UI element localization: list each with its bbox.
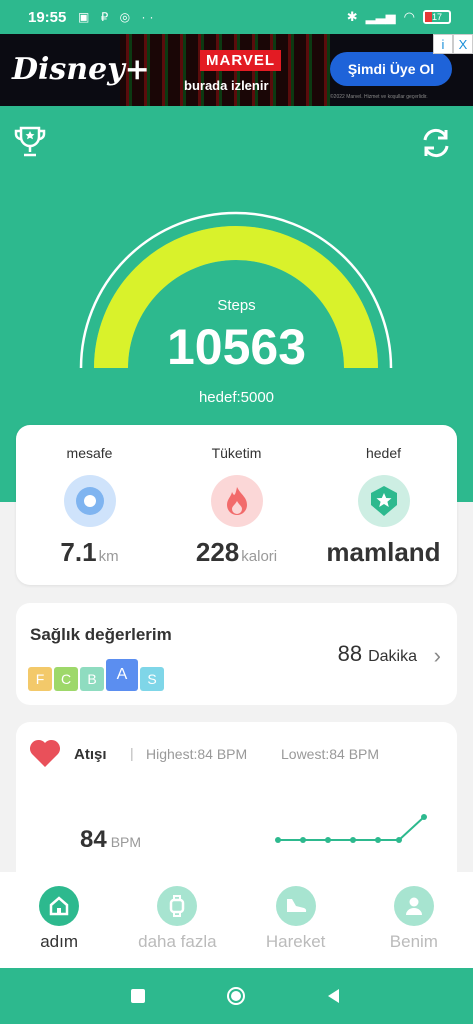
stat-value: 228 kalori	[195, 537, 278, 567]
ad-info-icon[interactable]: i	[433, 34, 453, 54]
stats-card: mesafe 7.1 km Tüketim 228 kalori hedef mam…	[16, 425, 457, 585]
nav-label: Hareket	[265, 932, 326, 951]
wifi-icon: ◠	[403, 9, 415, 24]
steps-goal: hedef:5000	[198, 389, 275, 406]
refresh-icon[interactable]	[419, 126, 453, 160]
heart-icon	[29, 739, 61, 767]
stat-calories[interactable]: Tüketim 228 kalori	[163, 425, 310, 585]
grade-a-selected: A	[106, 659, 138, 691]
bluetooth-icon: ✱	[346, 9, 358, 24]
grade-c: C	[54, 667, 78, 691]
back-icon[interactable]	[324, 986, 344, 1006]
heart-rate-highest: Highest:84 BPM	[146, 746, 248, 762]
heart-rate-value: 84 BPM	[80, 826, 142, 853]
shoe-icon	[275, 886, 316, 926]
health-card[interactable]: Sağlık değerlerim F C B A S 88 Dakika ›	[16, 603, 457, 705]
stat-value: mamland	[326, 537, 441, 567]
battery-icon: 17	[423, 10, 451, 24]
nav-label: daha fazla	[138, 932, 217, 951]
chevron-right-icon[interactable]: ›	[434, 643, 441, 669]
grade-f: F	[28, 667, 52, 691]
stat-label: mesafe	[66, 445, 113, 461]
flame-icon	[210, 475, 263, 527]
stat-goal[interactable]: hedef mamland	[310, 425, 457, 585]
nav-label: adım	[40, 932, 79, 951]
nav-item-steps[interactable]: adım	[0, 872, 118, 968]
nav-item-exercise[interactable]: Hareket	[237, 872, 355, 968]
ad-marvel-logo: MARVEL	[200, 50, 282, 71]
nav-item-more[interactable]: daha fazla	[118, 872, 236, 968]
nav-label: Benim	[389, 932, 438, 951]
ad-close-icon[interactable]: X	[453, 34, 473, 54]
status-icons: ✱ ▂▃▅ ◠ 17	[347, 9, 451, 25]
home-icon	[39, 886, 80, 926]
status-time: 19:55	[28, 9, 67, 26]
trophy-icon[interactable]	[12, 124, 48, 160]
signal-icon: ▂▃▅	[365, 9, 396, 24]
notification-icons: ▣ ₽ ◎ ··	[78, 10, 158, 24]
person-icon	[393, 886, 434, 926]
stat-label: Tüketim	[211, 445, 262, 461]
divider: |	[130, 745, 134, 761]
heart-rate-card[interactable]: Atışı | Highest:84 BPM Lowest:84 BPM 84 B…	[16, 722, 457, 882]
ad-banner[interactable]: Disney+ MARVEL burada izlenir Şimdi Üye …	[0, 34, 473, 106]
bottom-nav: adım daha fazla Hareket Benim	[0, 872, 473, 968]
status-bar: 19:55 ▣ ₽ ◎ ·· ✱ ▂▃▅ ◠ 17	[0, 0, 473, 34]
ad-tagline: burada izlenir	[184, 78, 269, 93]
nav-item-profile[interactable]: Benim	[355, 872, 473, 968]
health-title: Sağlık değerlerim	[30, 625, 172, 644]
heart-rate-lowest: Lowest:84 BPM	[281, 746, 380, 762]
heart-rate-sparkline	[275, 814, 427, 843]
ad-fine-print: ©2022 Marvel. Hizmet ve koşullar geçerli…	[330, 94, 428, 100]
grade-s: S	[140, 667, 164, 691]
watch-icon	[157, 886, 198, 926]
ad-cta-button[interactable]: Şimdi Üye Ol	[330, 52, 452, 86]
health-duration: 88 Dakika	[337, 641, 417, 666]
recents-icon[interactable]	[128, 986, 148, 1006]
stat-value: 7.1 km	[60, 537, 119, 567]
steps-label: Steps	[217, 297, 256, 314]
stat-distance[interactable]: mesafe 7.1 km	[16, 425, 163, 585]
location-pin-icon	[63, 475, 116, 527]
steps-count: 10563	[166, 319, 307, 375]
badge-star-icon	[357, 475, 410, 527]
system-nav-bar	[0, 968, 473, 1024]
grade-scale: F C B A S	[28, 659, 164, 691]
grade-b: B	[80, 667, 104, 691]
ad-brand-logo: Disney+	[12, 52, 150, 87]
stat-label: hedef	[365, 445, 402, 461]
heart-rate-title: Atışı	[74, 746, 107, 763]
home-button-icon[interactable]	[226, 986, 246, 1006]
